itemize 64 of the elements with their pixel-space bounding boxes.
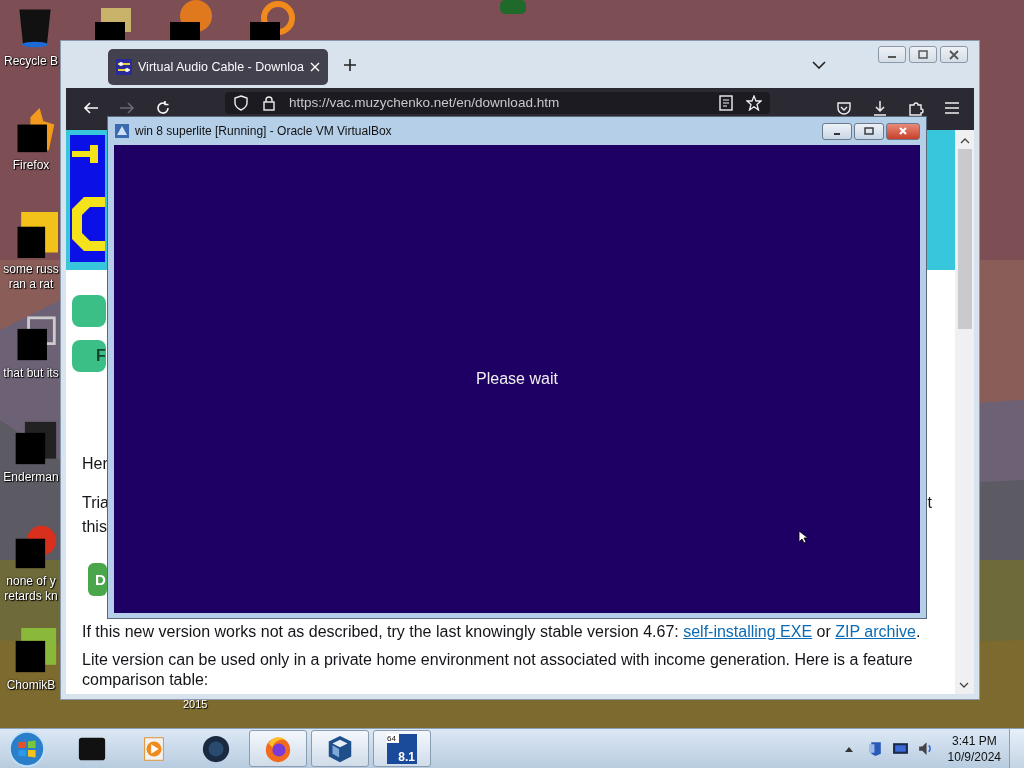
close-button[interactable] <box>886 122 920 140</box>
minimize-button[interactable] <box>878 46 906 63</box>
new-tab-icon[interactable] <box>344 58 356 71</box>
vm-screen[interactable]: Please wait <box>114 145 920 613</box>
cable-icon <box>116 58 132 75</box>
page-text: this <box>82 517 107 537</box>
star-icon[interactable] <box>746 95 762 111</box>
shortcut-label[interactable]: Enderman <box>3 470 59 485</box>
start-orb-icon[interactable] <box>7 729 47 768</box>
reload-icon[interactable] <box>155 100 171 116</box>
shortcut-label[interactable]: Firefox <box>12 158 50 173</box>
url-text[interactable]: https://vac.muzychenko.net/en/download.htm <box>289 95 560 111</box>
window-title: win 8 superlite [Running] - Oracle VM VirtualBox <box>135 124 392 138</box>
minimize-icon <box>888 56 896 58</box>
shortcut-label[interactable]: none of y retards kn <box>4 574 58 604</box>
maximize-icon <box>918 49 928 60</box>
paragraph: Lite version can be used only in a private home environment not associated with income generation. Here is a feature comparison table: <box>82 650 914 690</box>
paragraph: If this new version works not as described, try the last knowingly stable version 4.67: self-installing EXE or ZIP archive. <box>82 622 922 642</box>
page-text: Her <box>82 454 108 474</box>
close-icon <box>949 49 959 60</box>
speaker-icon[interactable] <box>916 740 934 757</box>
page-text: t <box>927 493 932 513</box>
address-bar[interactable]: https://vac.muzychenko.net/en/download.htm <box>225 92 770 114</box>
download-icon[interactable] <box>872 100 888 116</box>
shortcut-label[interactable]: some russ ran a rat <box>3 262 59 292</box>
maximize-button[interactable] <box>909 46 937 63</box>
scroll-up-icon[interactable] <box>959 138 970 144</box>
mouse-cursor-icon <box>798 530 808 544</box>
scroll-down-icon[interactable] <box>959 682 969 688</box>
monitor-icon[interactable] <box>891 740 909 757</box>
reader-view-icon[interactable] <box>718 95 734 111</box>
close-icon[interactable] <box>310 61 320 72</box>
scroll-thumb[interactable] <box>957 149 972 329</box>
globe-icon <box>201 733 231 764</box>
clock[interactable]: 3:41 PM 10/9/2024 <box>947 732 1001 765</box>
puzzle-icon[interactable] <box>908 100 924 116</box>
windows-8-icon: 64 8.1 <box>387 733 417 764</box>
virtualbox-icon <box>114 123 130 139</box>
taskbar-button[interactable]: 64 8.1 <box>373 730 431 767</box>
caret-up-icon[interactable] <box>844 745 853 752</box>
shortcut-label[interactable]: Recycle B <box>4 54 58 69</box>
desktop-caption: 2015 <box>183 698 208 710</box>
shield-icon[interactable] <box>233 95 249 111</box>
close-button[interactable] <box>940 46 968 63</box>
lock-icon[interactable] <box>261 95 277 111</box>
chevron-down-icon[interactable] <box>812 60 826 69</box>
shortcut-icon[interactable] <box>248 0 298 40</box>
pocket-icon[interactable] <box>836 100 852 116</box>
minimize-icon <box>834 132 840 135</box>
minimize-button[interactable] <box>822 122 852 140</box>
maximize-icon <box>864 126 874 136</box>
status-message: Please wait <box>476 370 558 388</box>
link[interactable]: self-installing EXE <box>683 623 813 640</box>
link[interactable]: ZIP archive <box>835 623 916 640</box>
menu-button[interactable]: F <box>72 340 106 372</box>
maximize-button[interactable] <box>854 122 884 140</box>
shortcut-label[interactable]: that but its <box>3 366 59 381</box>
scrollbar[interactable] <box>955 130 974 694</box>
back-icon[interactable] <box>83 100 99 116</box>
close-icon <box>898 126 908 136</box>
menu-icon[interactable] <box>944 100 960 116</box>
shortcut-label[interactable]: ChomikB <box>6 678 56 693</box>
browser-tab[interactable]: Virtual Audio Cable - Downloa <box>108 48 328 85</box>
taskbar-button[interactable] <box>311 730 369 767</box>
